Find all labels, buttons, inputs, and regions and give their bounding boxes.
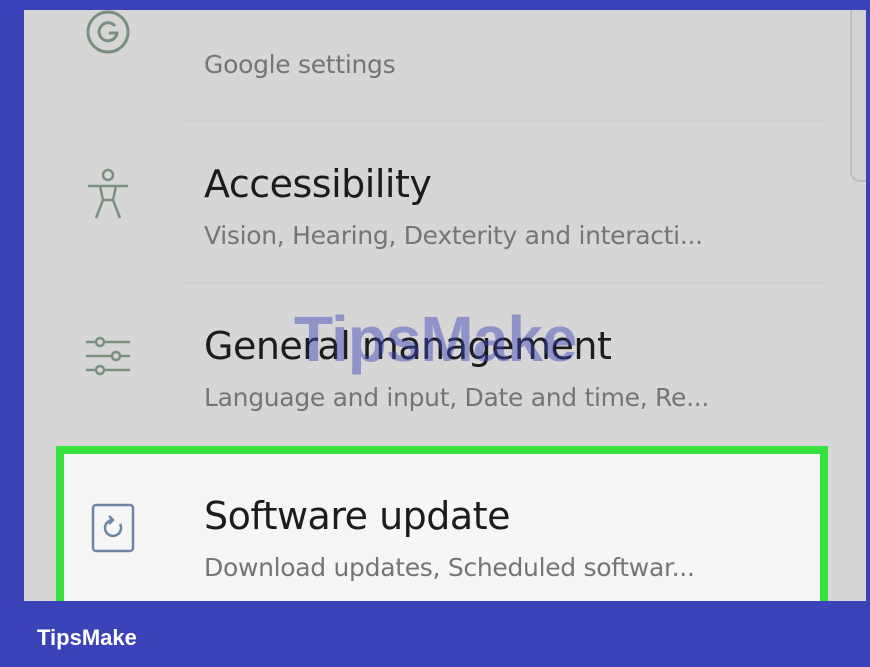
- sliders-icon: [82, 330, 134, 382]
- settings-item-title: Accessibility: [204, 162, 432, 206]
- settings-item-subtitle: Language and input, Date and time, Re...: [204, 383, 710, 412]
- settings-item-accessibility[interactable]: Accessibility Vision, Hearing, Dexterity…: [24, 122, 866, 282]
- settings-item-software-update[interactable]: Software update Download updates, Schedu…: [24, 454, 866, 601]
- settings-item-subtitle: Download updates, Scheduled softwar...: [204, 553, 695, 582]
- settings-item-general-management[interactable]: General management Language and input, D…: [24, 284, 866, 434]
- brand-label: TipsMake: [37, 625, 137, 650]
- settings-item-title: Software update: [204, 494, 510, 538]
- google-icon: [82, 10, 134, 58]
- settings-item-title: General management: [204, 324, 612, 368]
- software-update-icon: [90, 502, 136, 554]
- settings-screen: Google settings Accessibility Vision, He…: [24, 10, 866, 601]
- settings-item-google[interactable]: Google settings: [24, 10, 866, 120]
- settings-item-subtitle: Google settings: [204, 50, 396, 79]
- accessibility-icon: [82, 168, 134, 220]
- settings-item-subtitle: Vision, Hearing, Dexterity and interacti…: [204, 221, 703, 250]
